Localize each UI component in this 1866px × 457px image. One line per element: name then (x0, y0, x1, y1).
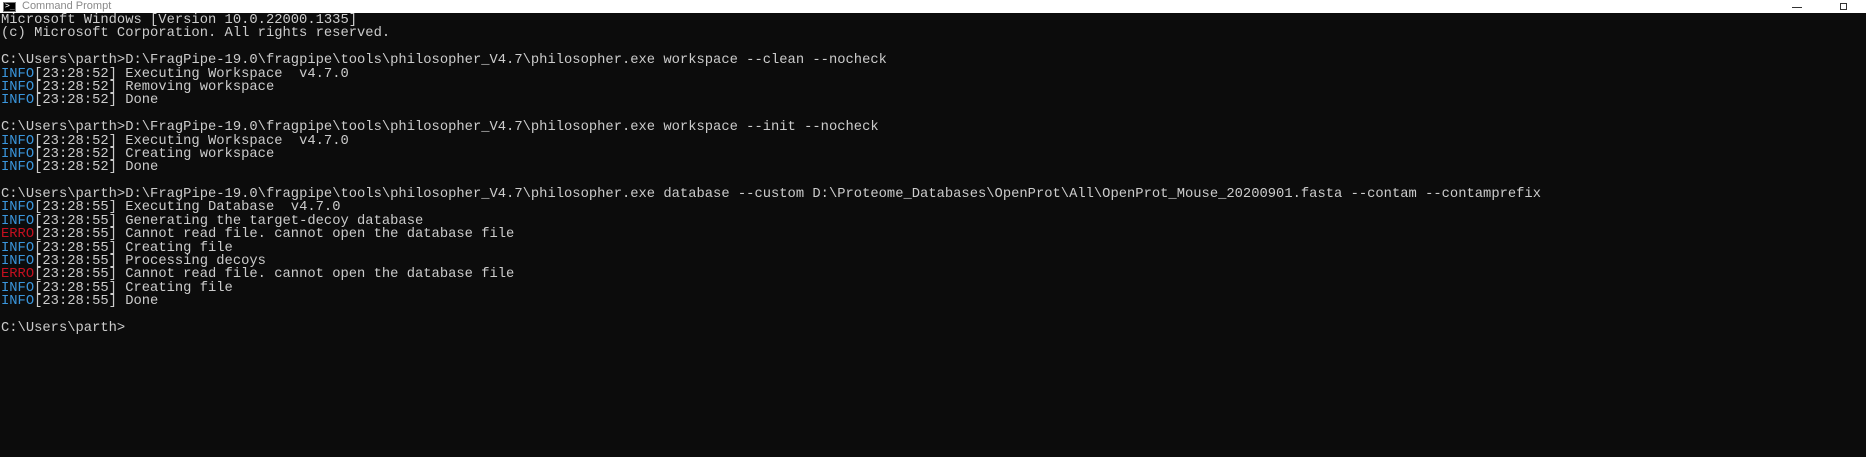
log-line: INFO[23:28:55] Creating file (0, 241, 1866, 255)
log-line: ERRO[23:28:55] Cannot read file. cannot … (0, 268, 1866, 282)
command-prompt-window: >_ Command Prompt Microsoft Windows [Ver… (0, 0, 1866, 457)
command-line: C:\Users\parth> (0, 321, 1866, 336)
window-title: Command Prompt (22, 0, 112, 12)
log-time: [23:28:52] (34, 93, 117, 109)
log-line: INFO[23:28:52] Executing Workspace v4.7.… (0, 67, 1866, 81)
log-line: INFO[23:28:52] Done (0, 160, 1866, 176)
current-prompt[interactable]: C:\Users\parth> (1, 321, 125, 336)
log-line: INFO[23:28:55] Creating file (0, 281, 1866, 295)
log-time: [23:28:52] (34, 160, 117, 176)
log-line: INFO[23:28:55] Executing Database v4.7.0 (0, 201, 1866, 215)
log-line: INFO[23:28:52] Creating workspace (0, 148, 1866, 162)
log-line: INFO[23:28:52] Done (0, 93, 1866, 109)
maximize-button[interactable] (1820, 0, 1866, 13)
cmd-icon[interactable]: >_ (3, 1, 16, 12)
minimize-button[interactable] (1774, 0, 1820, 13)
console-line: (c) Microsoft Corporation. All rights re… (1, 26, 391, 42)
command-line: C:\Users\parth>D:\FragPipe-19.0\fragpipe… (0, 54, 1866, 68)
log-line: ERRO[23:28:55] Cannot read file. cannot … (0, 228, 1866, 242)
log-message: Done (116, 160, 159, 176)
title-bar[interactable]: >_ Command Prompt (0, 0, 1866, 13)
console-output[interactable]: Microsoft Windows [Version 10.0.22000.13… (0, 13, 1866, 457)
maximize-icon (1839, 3, 1847, 10)
log-line: INFO[23:28:52] Removing workspace (0, 81, 1866, 95)
log-message: Done (116, 294, 159, 310)
minimize-icon (1792, 6, 1802, 8)
command-line: C:\Users\parth>D:\FragPipe-19.0\fragpipe… (0, 121, 1866, 135)
window-controls (1774, 0, 1866, 13)
log-line: INFO[23:28:52] Executing Workspace v4.7.… (0, 134, 1866, 148)
log-time: [23:28:55] (34, 294, 117, 310)
log-line: INFO[23:28:55] Done (0, 294, 1866, 310)
log-message: Done (116, 93, 159, 109)
log-level: INFO (1, 294, 35, 310)
